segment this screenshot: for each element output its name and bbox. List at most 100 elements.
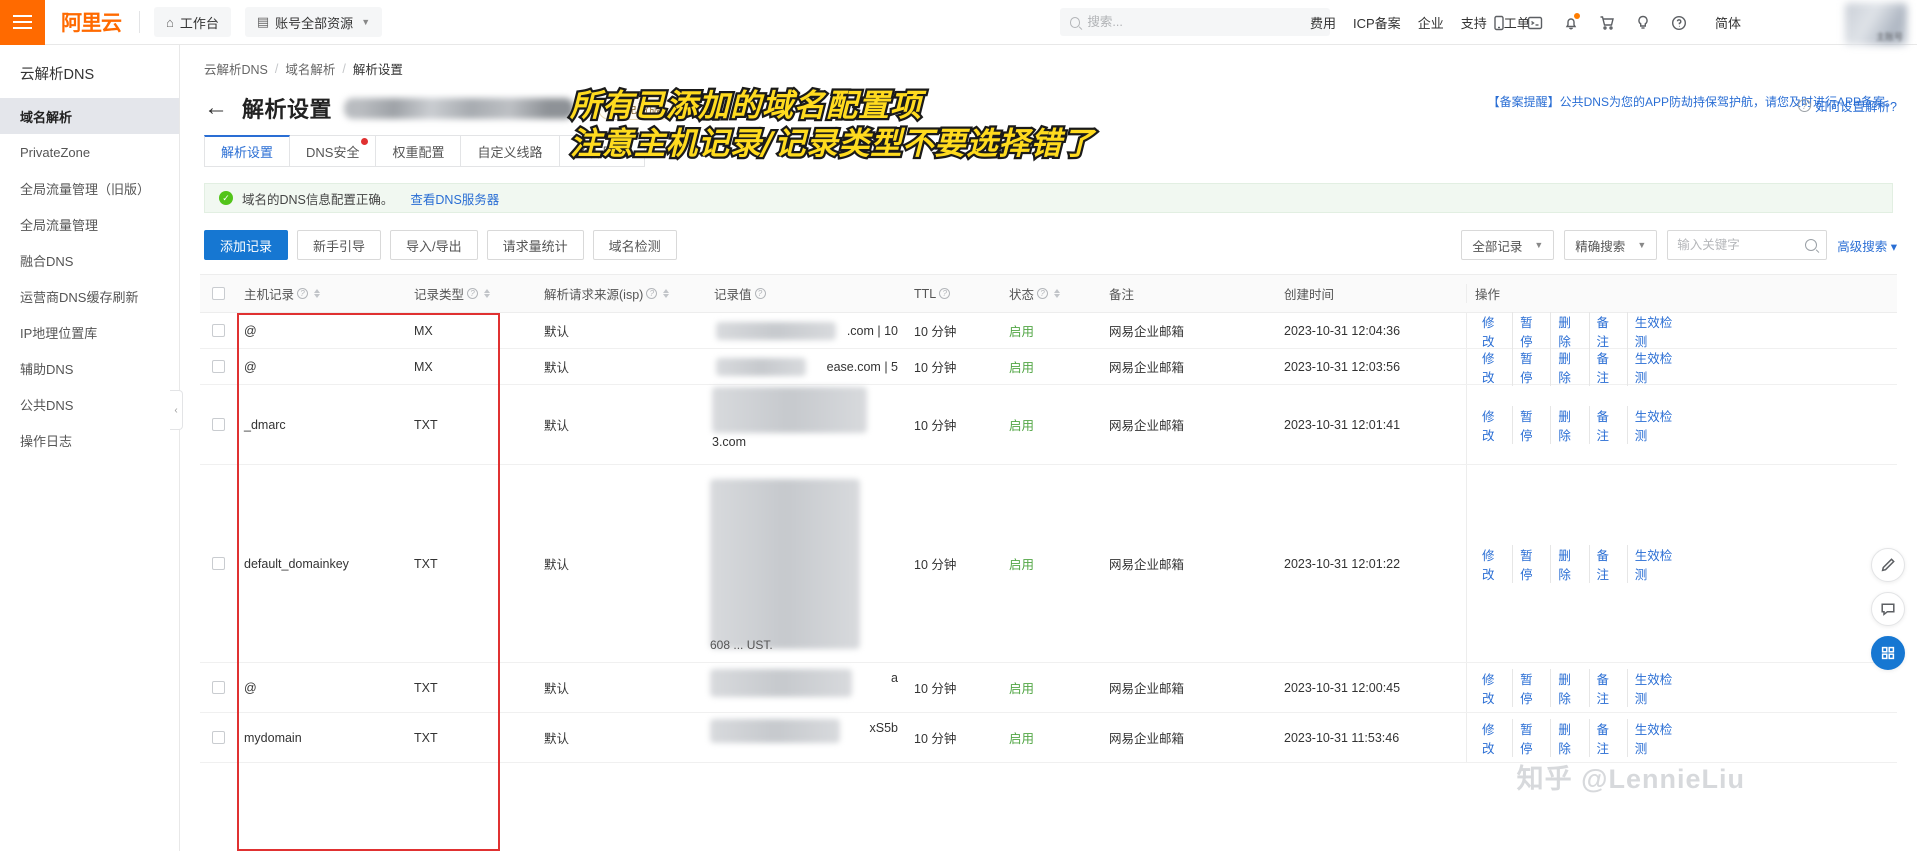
brand-logo-text: 阿里云 xyxy=(61,12,122,35)
chat-icon[interactable] xyxy=(1871,592,1905,626)
bulb-icon[interactable] xyxy=(1634,14,1651,31)
brand-logo[interactable]: 阿里云 xyxy=(45,0,139,45)
op-remark[interactable]: 备注 xyxy=(1590,405,1628,444)
op-pause[interactable]: 暂停 xyxy=(1513,544,1552,583)
tab-custom-line[interactable]: 自定义线路 xyxy=(460,135,560,167)
global-search[interactable] xyxy=(1060,8,1330,36)
breadcrumb-item-0[interactable]: 云解析DNS xyxy=(204,59,268,78)
op-pause[interactable]: 暂停 xyxy=(1513,347,1552,386)
column-record-type[interactable]: 记录类型 ? xyxy=(406,284,536,303)
header-link-icp[interactable]: ICP备案 xyxy=(1353,13,1401,32)
sidebar-item-privatezone[interactable]: PrivateZone xyxy=(0,134,179,170)
cart-icon[interactable] xyxy=(1598,14,1615,31)
bell-icon[interactable] xyxy=(1562,13,1580,31)
header-link-enterprise[interactable]: 企业 xyxy=(1418,13,1444,32)
row-checkbox[interactable] xyxy=(211,324,225,337)
beginner-guide-button[interactable]: 新手引导 xyxy=(297,230,382,260)
back-arrow-icon[interactable]: ← xyxy=(204,96,228,120)
advanced-search-link[interactable]: 高级搜索 ▾ xyxy=(1837,236,1897,255)
sidebar-item-secondary-dns[interactable]: 辅助DNS xyxy=(0,350,179,386)
sort-icon[interactable] xyxy=(663,289,670,298)
op-delete[interactable]: 删除 xyxy=(1551,718,1590,757)
op-verify[interactable]: 生效检测 xyxy=(1628,406,1688,444)
select-all-checkbox[interactable] xyxy=(211,287,225,300)
hamburger-menu-icon[interactable] xyxy=(0,0,45,45)
op-delete[interactable]: 删除 xyxy=(1551,668,1590,707)
header-link-fee[interactable]: 费用 xyxy=(1310,13,1336,32)
how-to-set-resolution-link[interactable]: ? 如何设置解析? xyxy=(1798,96,1897,115)
mobile-icon[interactable] xyxy=(1490,14,1507,31)
op-verify[interactable]: 生效检测 xyxy=(1628,669,1688,707)
search-icon[interactable] xyxy=(1805,239,1818,251)
keyword-input[interactable] xyxy=(1677,238,1800,252)
sidebar-item-domain-resolution[interactable]: 域名解析 xyxy=(0,98,179,134)
apps-grid-icon[interactable] xyxy=(1871,636,1905,670)
add-record-button[interactable]: 添加记录 xyxy=(204,230,289,260)
column-isp-line[interactable]: 解析请求来源(isp) ? xyxy=(536,284,706,303)
op-verify[interactable]: 生效检测 xyxy=(1628,348,1688,386)
header-link-support[interactable]: 支持 xyxy=(1461,13,1487,32)
op-pause[interactable]: 暂停 xyxy=(1513,405,1552,444)
view-dns-servers-link[interactable]: 查看DNS服务器 xyxy=(410,189,499,208)
help-icon[interactable] xyxy=(1670,14,1687,31)
column-status[interactable]: 状态 ? xyxy=(1001,284,1101,303)
op-edit[interactable]: 修改 xyxy=(1475,347,1514,386)
row-checkbox[interactable] xyxy=(211,360,225,373)
console-icon[interactable] xyxy=(1526,14,1543,31)
workbench-nav-button[interactable]: ⌂ 工作台 xyxy=(154,7,231,37)
op-remark[interactable]: 备注 xyxy=(1590,718,1628,757)
request-stats-button[interactable]: 请求量统计 xyxy=(486,230,584,260)
global-search-input[interactable] xyxy=(1087,15,1320,29)
import-export-button[interactable]: 导入/导出 xyxy=(390,230,478,260)
op-edit[interactable]: 修改 xyxy=(1475,311,1514,350)
match-mode-select[interactable]: 精确搜索 ▼ xyxy=(1564,230,1658,260)
op-remark[interactable]: 备注 xyxy=(1590,668,1628,707)
tab-resolution-settings[interactable]: 解析设置 xyxy=(204,135,291,167)
domain-check-button[interactable]: 域名检测 xyxy=(592,230,677,260)
op-delete[interactable]: 删除 xyxy=(1551,311,1590,350)
sidebar-item-gtm-legacy[interactable]: 全局流量管理（旧版） xyxy=(0,170,179,206)
keyword-search[interactable] xyxy=(1667,230,1828,260)
op-verify[interactable]: 生效检测 xyxy=(1628,545,1688,583)
op-verify[interactable]: 生效检测 xyxy=(1628,719,1688,757)
op-delete[interactable]: 删除 xyxy=(1551,347,1590,386)
op-edit[interactable]: 修改 xyxy=(1475,668,1514,707)
tab-resolution-log[interactable]: 解析日志 xyxy=(558,135,645,167)
op-delete[interactable]: 删除 xyxy=(1551,405,1590,444)
tab-weight-config[interactable]: 权重配置 xyxy=(375,135,462,167)
resources-nav-button[interactable]: ▤ 账号全部资源 ▼ xyxy=(244,7,383,37)
sort-icon[interactable] xyxy=(484,289,491,298)
breadcrumb-item-1[interactable]: 域名解析 xyxy=(285,59,335,78)
op-pause[interactable]: 暂停 xyxy=(1513,668,1552,707)
row-checkbox[interactable] xyxy=(211,418,225,431)
sidebar-collapse-toggle[interactable]: ‹ xyxy=(170,390,183,430)
sort-icon[interactable] xyxy=(1054,289,1061,298)
op-edit[interactable]: 修改 xyxy=(1475,405,1514,444)
sidebar-item-gtm[interactable]: 全局流量管理 xyxy=(0,206,179,242)
feedback-pencil-icon[interactable] xyxy=(1871,548,1905,582)
sidebar-item-public-dns[interactable]: 公共DNS xyxy=(0,386,179,422)
op-edit[interactable]: 修改 xyxy=(1475,544,1514,583)
sidebar-item-hybrid-dns[interactable]: 融合DNS xyxy=(0,242,179,278)
op-pause[interactable]: 暂停 xyxy=(1513,718,1552,757)
op-remark[interactable]: 备注 xyxy=(1590,347,1628,386)
record-type-filter-select[interactable]: 全部记录 ▼ xyxy=(1461,230,1555,260)
cell-operations: 修改 暂停 删除 备注 生效检测 xyxy=(1466,713,1696,762)
op-remark[interactable]: 备注 xyxy=(1590,544,1628,583)
tab-dns-security[interactable]: DNS安全 xyxy=(289,135,377,167)
language-switcher[interactable]: 简体 xyxy=(1715,0,1741,45)
row-checkbox[interactable] xyxy=(211,557,225,570)
sidebar-item-ip-geo-db[interactable]: IP地理位置库 xyxy=(0,314,179,350)
op-verify[interactable]: 生效检测 xyxy=(1628,312,1688,350)
op-pause[interactable]: 暂停 xyxy=(1513,311,1552,350)
cell-status: 启用 xyxy=(1009,361,1035,375)
op-remark[interactable]: 备注 xyxy=(1590,311,1628,350)
column-host[interactable]: 主机记录 ? xyxy=(236,284,406,303)
sidebar-item-isp-cache-refresh[interactable]: 运营商DNS缓存刷新 xyxy=(0,278,179,314)
row-checkbox[interactable] xyxy=(211,681,225,694)
sidebar-item-operation-log[interactable]: 操作日志 xyxy=(0,422,179,458)
row-checkbox[interactable] xyxy=(211,731,225,744)
op-edit[interactable]: 修改 xyxy=(1475,718,1514,757)
sort-icon[interactable] xyxy=(314,289,321,298)
op-delete[interactable]: 删除 xyxy=(1551,544,1590,583)
